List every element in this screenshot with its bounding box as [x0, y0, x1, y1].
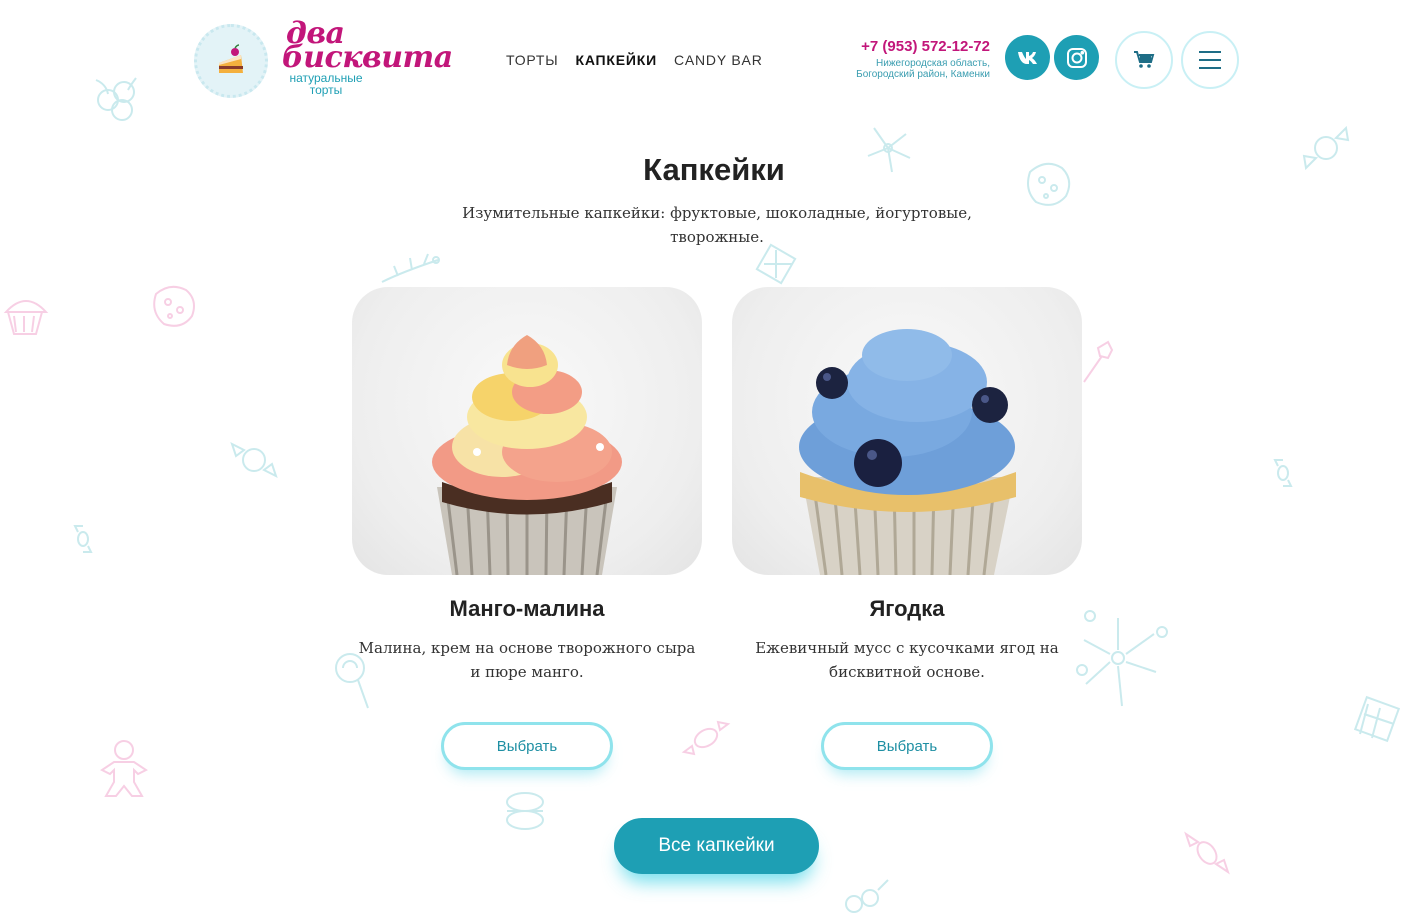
menu-icon	[1199, 51, 1221, 69]
logo-badge[interactable]	[194, 24, 268, 98]
select-button[interactable]: Выбрать	[821, 722, 993, 770]
cart-icon	[1134, 51, 1155, 68]
cupcake-mango-image	[432, 335, 622, 575]
product-description: Ежевичный мусс с кусочками ягод на бискв…	[755, 639, 1059, 681]
instagram-button[interactable]	[1054, 35, 1099, 80]
gingerbread-doodle	[96, 736, 152, 800]
all-cupcakes-button[interactable]: Все капкейки	[614, 818, 819, 874]
cart-button[interactable]	[1115, 31, 1173, 89]
candy-pink-doodle	[1180, 826, 1234, 880]
chocolate-doodle	[1350, 690, 1410, 750]
product-image-mango-malina[interactable]	[352, 287, 702, 575]
phone-number[interactable]: +7 (953) 572-12-72	[856, 38, 990, 55]
product-title: Ягодка	[869, 596, 945, 621]
logo-line-2: бисквита	[282, 40, 453, 75]
contact-block: +7 (953) 572-12-72 Нижегородская область…	[856, 38, 990, 80]
lollipop-right-doodle	[1078, 336, 1118, 386]
page-subtitle: Изумительные капкейки: фруктовые, шокола…	[462, 204, 972, 246]
candy-small-doodle	[72, 522, 94, 556]
logo-wordmark[interactable]: два бисквита натуральные торты	[282, 19, 453, 97]
cupcake-blueberry-image	[799, 329, 1016, 575]
product-description: Малина, крем на основе творожного сыра и…	[358, 639, 696, 681]
branch-doodle	[378, 248, 442, 288]
nav-item-torty[interactable]: ТОРТЫ	[506, 52, 558, 68]
product-title: Манго-малина	[449, 596, 605, 621]
instagram-icon	[1066, 47, 1087, 68]
logo-tagline: натуральные торты	[289, 71, 363, 97]
page-title: Капкейки	[643, 152, 785, 187]
cupcake-doodle	[0, 290, 50, 340]
address-line-2: Богородский район, Каменки	[856, 69, 990, 80]
menu-button[interactable]	[1181, 31, 1239, 89]
berries-doodle	[86, 70, 150, 134]
vk-icon	[1017, 51, 1037, 64]
cake-slice-icon	[219, 44, 243, 73]
candy-wrapped-doodle	[680, 712, 732, 764]
vk-button[interactable]	[1005, 35, 1050, 80]
candy-doodle	[224, 430, 284, 490]
address-line-1: Нижегородская область,	[876, 58, 990, 69]
nav-item-kapkeyki[interactable]: КАПКЕЙКИ	[575, 52, 657, 68]
select-button[interactable]: Выбрать	[441, 722, 613, 770]
macaron-doodle	[500, 786, 550, 836]
nav-item-candy-bar[interactable]: CANDY BAR	[674, 52, 763, 68]
product-image-yagodka[interactable]	[732, 287, 1082, 575]
berries-bottom-doodle	[838, 876, 892, 914]
main-nav: ТОРТЫ КАПКЕЙКИ CANDY BAR	[506, 52, 763, 68]
candy-teal-small-doodle	[1272, 456, 1294, 490]
cookie-doodle	[148, 280, 200, 332]
